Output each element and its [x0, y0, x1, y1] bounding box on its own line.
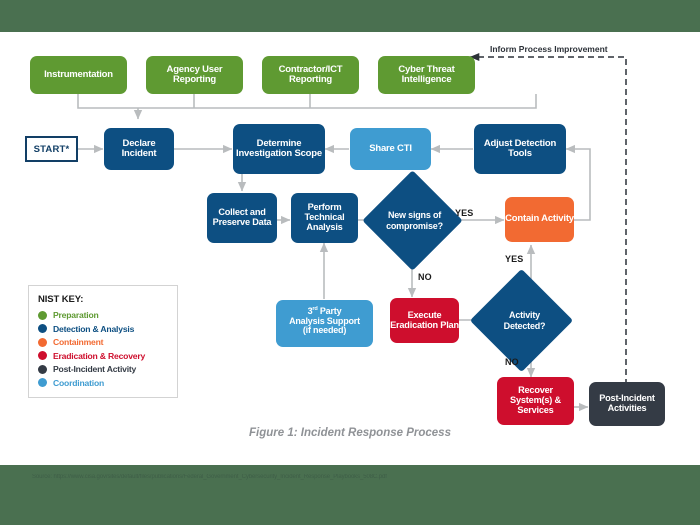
- legend-item-preparation: Preparation: [38, 310, 168, 320]
- start-box: START*: [25, 136, 78, 162]
- node-third-party-analysis-support[interactable]: 3rd Party Analysis Support (if needed): [276, 300, 373, 347]
- legend-label-containment: Containment: [53, 337, 104, 347]
- node-declare-incident[interactable]: Declare Incident: [104, 128, 174, 170]
- figure-source-citation: Source: https://www.cisa.gov/sites/defau…: [32, 474, 387, 480]
- legend-label-eradication-recovery: Eradication & Recovery: [53, 350, 146, 361]
- node-recover-systems-and-services[interactable]: Recover System(s) & Services: [497, 377, 574, 425]
- node-contain-activity[interactable]: Contain Activity: [505, 197, 574, 242]
- edge-label-activity-no: NO: [505, 357, 519, 367]
- edge-label-activity-yes: YES: [505, 254, 524, 264]
- node-share-cti[interactable]: Share CTI: [350, 128, 431, 170]
- figure-caption: Figure 1: Incident Response Process: [249, 427, 451, 439]
- legend-dot-coordination-icon: [38, 378, 47, 387]
- legend-item-containment: Containment: [38, 337, 168, 347]
- legend-item-detection-analysis: Detection & Analysis: [38, 324, 168, 334]
- third-party-line-3: (if needed): [302, 325, 347, 336]
- legend-item-coordination: Coordination: [38, 378, 168, 388]
- legend-label-detection-analysis: Detection & Analysis: [53, 323, 135, 334]
- node-collect-and-preserve-data[interactable]: Collect and Preserve Data: [207, 193, 277, 243]
- legend-label-preparation: Preparation: [53, 310, 99, 320]
- decision-activity-detected-label: Activity Detected?: [503, 310, 546, 331]
- legend-label-post-incident-activity: Post-Incident Activity: [53, 364, 137, 374]
- node-execute-eradication-plan[interactable]: Execute Eradication Plan: [390, 298, 459, 343]
- decision-activity-detected[interactable]: Activity Detected?: [469, 268, 574, 373]
- edge-label-new-signs-yes: YES: [455, 208, 474, 218]
- node-instrumentation[interactable]: Instrumentation: [30, 56, 127, 94]
- legend-dot-eradication-recovery-icon: [38, 351, 47, 360]
- node-cyber-threat-intelligence[interactable]: Cyber Threat Intelligence: [378, 56, 475, 94]
- nist-key-legend: NIST KEY: Preparation Detection & Analys…: [28, 285, 178, 398]
- edge-label-new-signs-no: NO: [418, 272, 432, 282]
- feedback-label-inform-process-improvement: Inform Process Improvement: [490, 44, 608, 54]
- node-contractor-ict-reporting[interactable]: Contractor/ICT Reporting: [262, 56, 359, 94]
- legend-dot-preparation-icon: [38, 310, 47, 320]
- node-determine-investigation-scope[interactable]: Determine Investigation Scope: [233, 124, 325, 174]
- legend-dot-containment-icon: [38, 337, 47, 347]
- legend-label-coordination: Coordination: [53, 377, 105, 388]
- legend-title: NIST KEY:: [38, 294, 84, 305]
- legend-dot-detection-analysis-icon: [38, 324, 47, 333]
- decision-new-signs-label: New signs of compromise?: [386, 210, 443, 231]
- slide-content-area: START* Instrumentation Agency User Repor…: [0, 32, 700, 465]
- third-party-party-word: Party: [317, 306, 342, 316]
- legend-item-post-incident-activity: Post-Incident Activity: [38, 364, 168, 374]
- legend-dot-post-incident-icon: [38, 364, 47, 374]
- node-agency-user-reporting[interactable]: Agency User Reporting: [146, 56, 243, 94]
- node-post-incident-activities[interactable]: Post-Incident Activities: [589, 382, 665, 426]
- decision-new-signs-of-compromise[interactable]: New signs of compromise?: [362, 170, 463, 271]
- node-perform-technical-analysis[interactable]: Perform Technical Analysis: [291, 193, 358, 243]
- node-adjust-detection-tools[interactable]: Adjust Detection Tools: [474, 124, 566, 174]
- legend-item-eradication-recovery: Eradication & Recovery: [38, 351, 168, 361]
